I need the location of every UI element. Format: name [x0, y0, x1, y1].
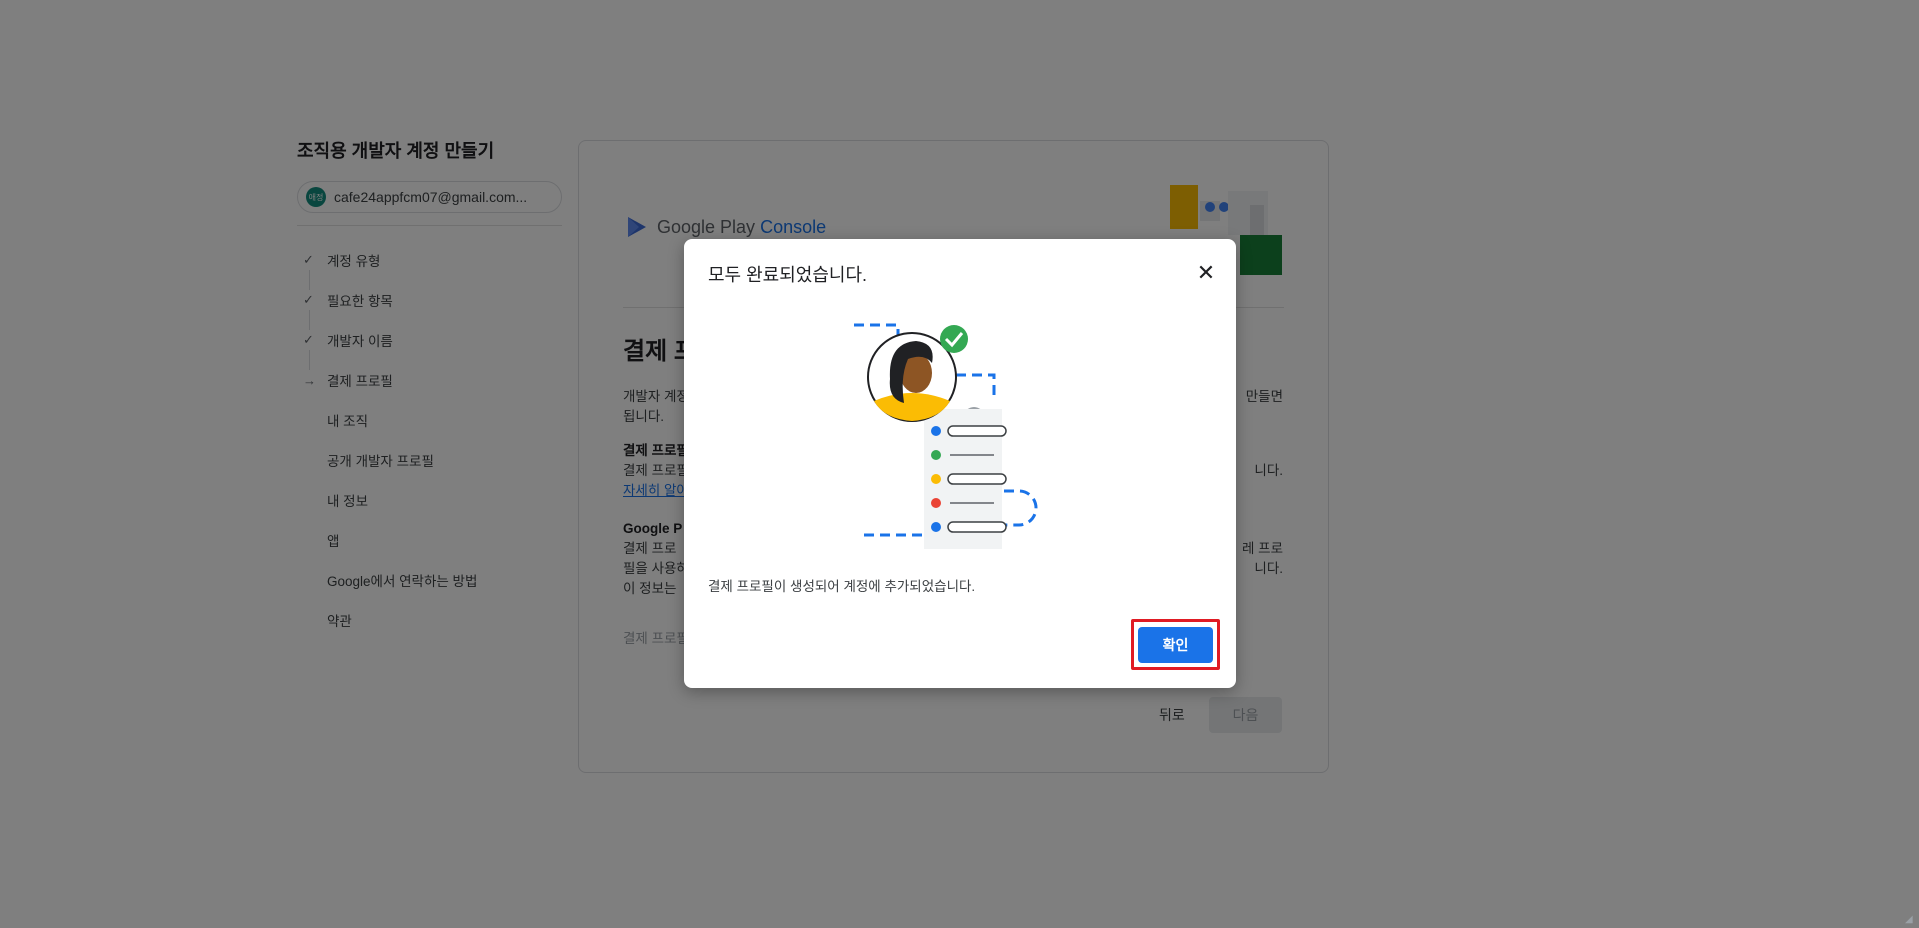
dialog-title: 모두 완료되었습니다. [708, 265, 868, 285]
resize-grip-icon[interactable]: ◢ [1905, 914, 1915, 925]
confirm-button[interactable]: 확인 [1138, 626, 1213, 663]
completion-illustration [854, 323, 1038, 549]
close-icon[interactable]: ✕ [1194, 260, 1218, 285]
confirm-button-highlight: 확인 [1131, 619, 1220, 670]
dialog-message: 결제 프로필이 생성되어 계정에 추가되었습니다. [708, 579, 976, 594]
completion-dialog: 모두 완료되었습니다. ✕ 결제 프로필이 생성되어 계정에 추가되었습니다. … [684, 239, 1236, 688]
